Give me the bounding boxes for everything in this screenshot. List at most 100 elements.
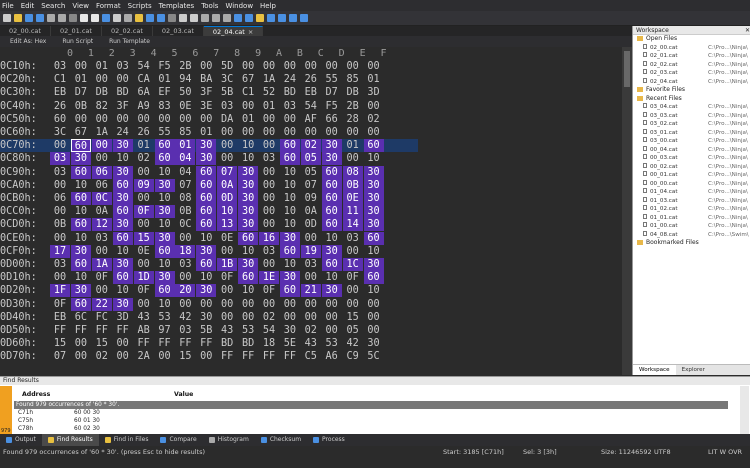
hex-byte[interactable]: 10	[196, 271, 216, 284]
file-item[interactable]: 03_03.cat C:\Pro...\Ninja\	[633, 111, 750, 121]
file-item[interactable]: 00_00.cat C:\Pro...\Ninja\	[633, 179, 750, 189]
toolbar-icon[interactable]	[223, 14, 231, 22]
hex-byte[interactable]: 00	[217, 284, 237, 297]
file-item[interactable]: 03_00.cat C:\Pro...\Ninja\	[633, 137, 750, 146]
hex-byte[interactable]: 08	[175, 192, 195, 205]
file-item[interactable]: 02_01.cat C:\Pro...\Ninja\	[633, 52, 750, 61]
toolbar-icon[interactable]	[179, 14, 187, 22]
hex-byte[interactable]: 30	[363, 165, 384, 179]
close-icon[interactable]: ×	[248, 28, 253, 36]
hex-byte[interactable]: 0C	[175, 218, 195, 231]
hex-byte[interactable]: 00	[217, 152, 237, 165]
file-item[interactable]: 03_04.cat C:\Pro...\Ninja\	[633, 103, 750, 112]
toolbar-icon[interactable]	[113, 14, 121, 22]
hex-byte[interactable]: FF	[50, 324, 70, 337]
hex-byte[interactable]: FF	[155, 337, 175, 350]
file-item[interactable]: 02_04.cat C:\Pro...\Ninja\	[633, 77, 750, 87]
hex-byte[interactable]: 03	[113, 60, 133, 73]
tab-file[interactable]: 02_02.cat	[102, 26, 153, 36]
hex-byte[interactable]: 00	[134, 192, 154, 205]
hex-byte[interactable]: 01	[134, 139, 154, 152]
hex-byte[interactable]: 43	[134, 311, 154, 324]
hex-byte[interactable]: 67	[238, 73, 258, 86]
hex-byte[interactable]: 05	[300, 152, 321, 166]
hex-byte[interactable]: 03	[175, 324, 195, 337]
find-result-row[interactable]: C71h 60 00 30	[14, 409, 728, 417]
hex-byte[interactable]: 30	[238, 258, 259, 271]
find-summary[interactable]: Found 979 occurrences of '60 * 30'.	[14, 401, 728, 409]
hex-byte[interactable]: 97	[155, 324, 175, 337]
hex-byte[interactable]: 00	[259, 166, 279, 179]
bottom-tab[interactable]: Process	[307, 434, 351, 446]
hex-byte[interactable]: 60	[321, 192, 342, 205]
hex-byte[interactable]: 5B	[217, 86, 237, 99]
hex-byte[interactable]: 60	[70, 297, 91, 311]
hex-byte[interactable]: C1	[50, 73, 70, 86]
hex-byte[interactable]: 03	[217, 100, 237, 113]
hex-byte[interactable]: FF	[113, 324, 133, 337]
hex-byte[interactable]: 30	[238, 165, 259, 179]
hex-byte[interactable]: 0C	[91, 192, 112, 205]
hex-byte[interactable]: 00	[301, 298, 321, 311]
hex-byte[interactable]: 30	[154, 178, 175, 192]
hex-byte[interactable]: 10	[238, 284, 258, 297]
hex-byte[interactable]: 60	[279, 152, 300, 166]
bottom-tab[interactable]: Find in Files	[99, 434, 155, 446]
hex-byte[interactable]: 03	[259, 152, 279, 165]
toolbar-icon[interactable]	[278, 14, 286, 22]
hex-byte[interactable]: 6A	[134, 86, 154, 99]
hex-byte[interactable]: 00	[322, 324, 342, 337]
hex-byte[interactable]: 00	[175, 113, 195, 126]
hex-byte[interactable]: 55	[322, 73, 342, 86]
hex-byte[interactable]: 10	[322, 232, 342, 245]
toolbar-icon[interactable]	[47, 14, 55, 22]
hex-byte[interactable]: 10	[280, 166, 300, 179]
hex-byte[interactable]: 0B	[342, 178, 363, 192]
menu-search[interactable]: Search	[41, 2, 65, 10]
file-item[interactable]: 00_04.cat C:\Pro...\Ninja\	[633, 145, 750, 155]
hex-byte[interactable]: 01	[238, 113, 258, 126]
hex-byte[interactable]: 00	[113, 337, 133, 350]
menu-file[interactable]: File	[2, 2, 14, 10]
hex-byte[interactable]: 00	[134, 113, 154, 126]
hex-byte[interactable]: 00	[113, 113, 133, 126]
toolbar-icon[interactable]	[168, 14, 176, 22]
hex-byte[interactable]: BD	[113, 86, 133, 99]
hex-byte[interactable]: 60	[363, 139, 384, 153]
bookmarked-files-group[interactable]: Bookmarked Files	[633, 239, 750, 248]
hex-byte[interactable]: 42	[343, 337, 363, 350]
toolbar-icon[interactable]	[245, 14, 253, 22]
hex-byte[interactable]: 00	[71, 113, 91, 126]
hex-byte[interactable]: FF	[280, 350, 300, 363]
hex-byte[interactable]: 60	[321, 218, 342, 232]
hex-byte[interactable]: 03	[92, 232, 112, 245]
hex-byte[interactable]: 55	[155, 126, 175, 139]
hex-byte[interactable]: 30	[196, 139, 217, 153]
hex-byte[interactable]: 1A	[92, 126, 112, 139]
hex-byte[interactable]: 00	[71, 350, 91, 363]
hex-byte[interactable]: 60	[279, 139, 300, 153]
bottom-tab[interactable]: Output	[0, 434, 42, 446]
hex-byte[interactable]: 30	[112, 165, 133, 179]
hex-byte[interactable]: 60	[70, 192, 91, 205]
hex-byte[interactable]: 24	[113, 126, 133, 139]
hex-byte[interactable]: 0B	[175, 205, 195, 218]
hex-byte[interactable]: FF	[175, 337, 195, 350]
hex-byte[interactable]: 12	[91, 218, 112, 232]
workspace-tab[interactable]: Workspace	[633, 365, 676, 375]
hex-byte[interactable]: 22	[91, 297, 112, 311]
hex-byte[interactable]: 60	[196, 218, 217, 232]
hex-byte[interactable]: 0A	[217, 178, 238, 192]
hex-byte[interactable]: 00	[238, 100, 258, 113]
favorite-files-group[interactable]: Favorite Files	[633, 86, 750, 95]
run-template-dropdown[interactable]: Run Template	[109, 38, 150, 45]
hex-byte[interactable]: 00	[364, 298, 384, 311]
hex-byte[interactable]: 85	[343, 73, 363, 86]
hex-byte[interactable]: 60	[196, 258, 217, 271]
toolbar-icon[interactable]	[234, 14, 242, 22]
hex-byte[interactable]: 00	[301, 126, 321, 139]
menu-help[interactable]: Help	[260, 2, 276, 10]
hex-byte[interactable]: FF	[259, 350, 279, 363]
hex-byte[interactable]: 30	[70, 244, 91, 258]
hex-byte[interactable]: 52	[259, 86, 279, 99]
